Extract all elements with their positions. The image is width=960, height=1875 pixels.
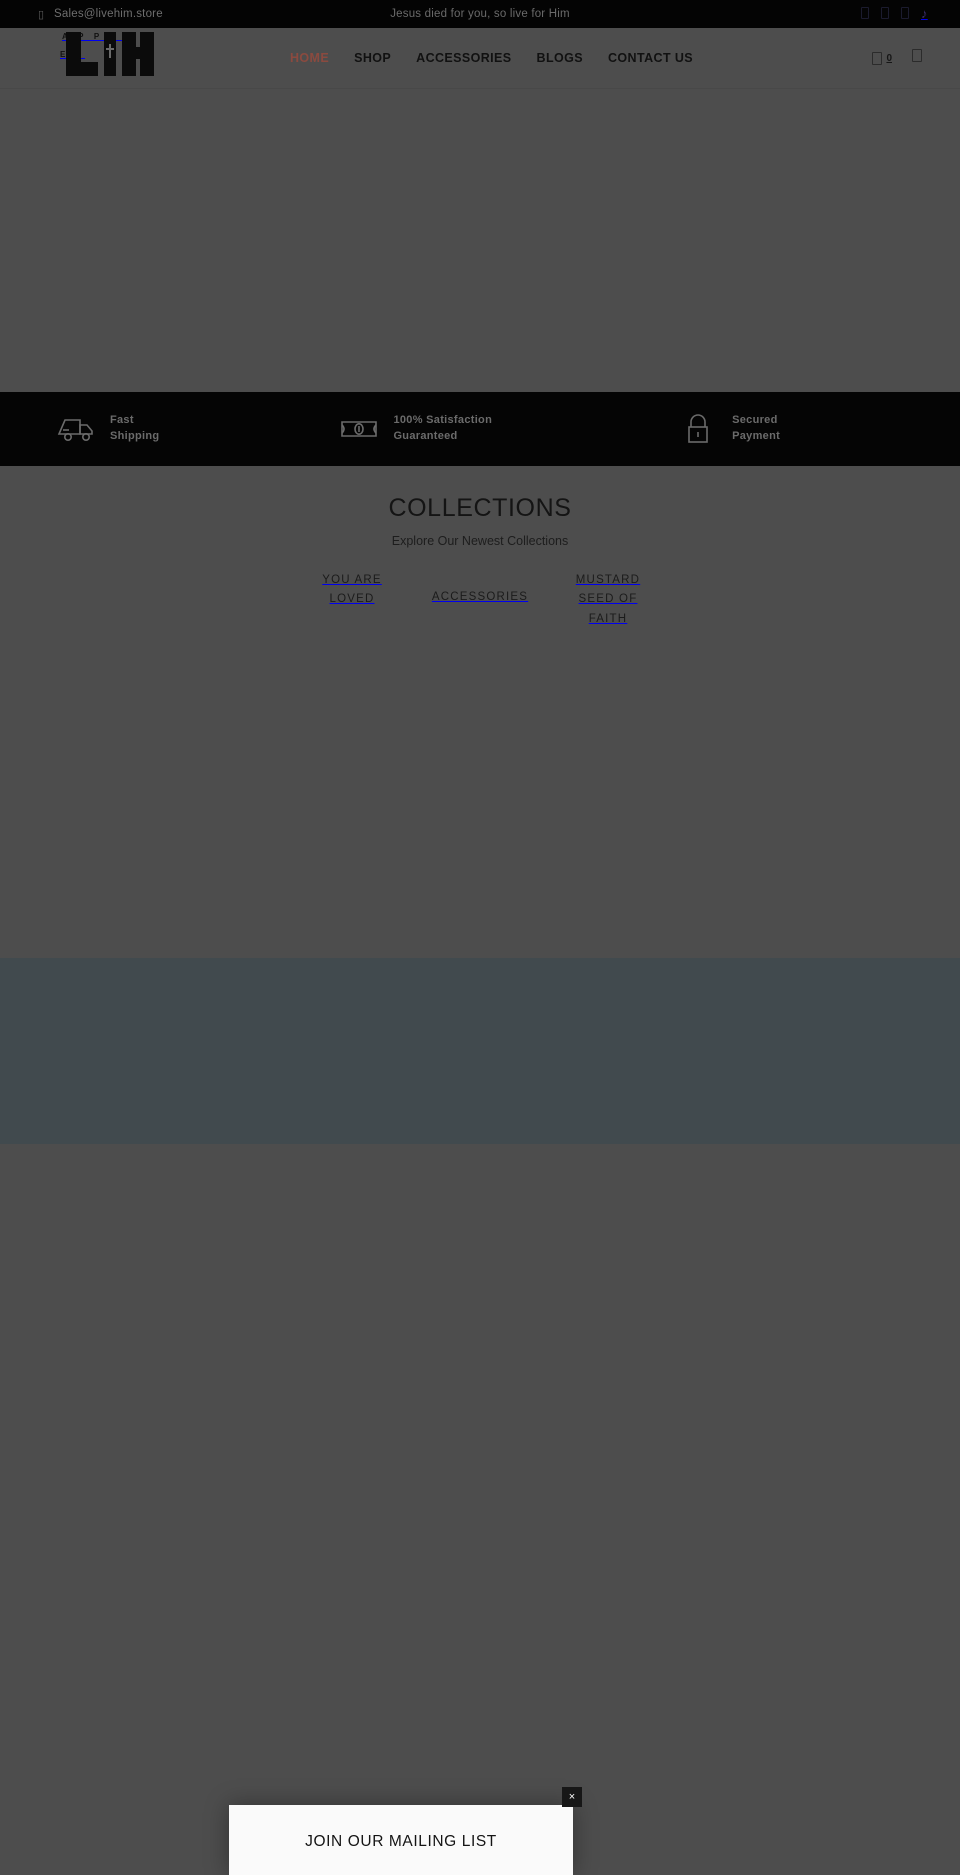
newsletter-modal-title: JOIN OUR MAILING LIST [305, 1833, 497, 1850]
main-navigation: HOME SHOP ACCESSORIES BLOGS CONTACT US [290, 51, 693, 65]
trust-badge-line2: Guaranteed [393, 430, 458, 442]
trust-badge-line1: Secured [732, 414, 778, 427]
site-header: A P P A R E L HOME SHOP ACCESSORIES BLOG… [0, 28, 960, 89]
lock-icon [678, 413, 718, 445]
trust-badge-satisfaction: 100% Satisfaction Guaranteed [339, 413, 492, 445]
nav-item-blogs[interactable]: BLOGS [537, 51, 583, 65]
collection-card-you-are-loved[interactable]: YOU ARE LOVED [302, 570, 402, 628]
contact-email-text: Sales@livehim.store [54, 8, 163, 20]
trust-badge-line1: Fast [110, 414, 134, 427]
truck-icon [56, 413, 96, 445]
cross-icon [109, 44, 111, 58]
collections-section: COLLECTIONS Explore Our Newest Collectio… [0, 466, 960, 958]
hero-banner[interactable] [0, 89, 960, 392]
nav-item-home[interactable]: HOME [290, 51, 329, 65]
cart-count-badge: 0 [886, 52, 892, 64]
envelope-icon: ▯ [38, 8, 45, 21]
close-icon[interactable]: × [562, 1787, 582, 1807]
social-links: ♪ [861, 7, 960, 21]
collection-card-label: MUSTARD SEED OF FAITH [575, 574, 641, 625]
trust-badge-line2: Payment [732, 430, 781, 442]
newsletter-modal-wrapper: × JOIN OUR MAILING LIST [229, 1787, 582, 1875]
collections-heading: COLLECTIONS [388, 494, 572, 522]
cart-button[interactable]: 0 [872, 51, 892, 65]
site-logo[interactable]: A P P A R E L [60, 26, 154, 76]
collection-card-accessories[interactable]: ACCESSORIES [430, 570, 530, 628]
trust-badges-bar: Fast Shipping 100% Satisfaction Guarante… [0, 392, 960, 466]
cart-icon [872, 51, 883, 65]
collection-card-mustard-seed-of-faith[interactable]: MUSTARD SEED OF FAITH [558, 570, 658, 628]
announcement-bar: ▯ Sales@livehim.store Jesus died for you… [0, 0, 960, 28]
page-root: ▯ Sales@livehim.store Jesus died for you… [0, 0, 960, 1875]
header-actions: 0 [872, 49, 960, 67]
user-icon [912, 49, 922, 62]
collection-card-label: YOU ARE LOVED [322, 574, 382, 606]
promo-banner[interactable] [0, 957, 960, 1144]
tiktok-icon[interactable]: ♪ [921, 7, 932, 21]
nav-item-shop[interactable]: SHOP [354, 51, 391, 65]
instagram-icon[interactable] [881, 7, 892, 21]
facebook-icon[interactable] [861, 7, 872, 21]
nav-item-contact-us[interactable]: CONTACT US [608, 51, 693, 65]
nav-item-accessories[interactable]: ACCESSORIES [416, 51, 511, 65]
trust-badge-fast-shipping: Fast Shipping [56, 413, 159, 445]
account-button[interactable] [912, 49, 922, 67]
lower-content-section [0, 1143, 960, 1875]
collection-card-label: ACCESSORIES [431, 591, 529, 603]
trust-badge-line2: Shipping [110, 430, 160, 442]
youtube-icon[interactable] [901, 7, 912, 21]
collections-imagery [0, 628, 960, 958]
trust-badge-secured-payment: Secured Payment [678, 413, 780, 445]
banknote-icon [339, 413, 379, 445]
collections-grid: YOU ARE LOVED ACCESSORIES MUSTARD SEED O… [0, 570, 960, 628]
contact-email-link[interactable]: ▯ Sales@livehim.store [0, 8, 163, 21]
collections-subheading: Explore Our Newest Collections [391, 534, 569, 548]
trust-badge-line1: 100% Satisfaction [393, 414, 493, 427]
newsletter-modal: × JOIN OUR MAILING LIST [229, 1787, 582, 1875]
